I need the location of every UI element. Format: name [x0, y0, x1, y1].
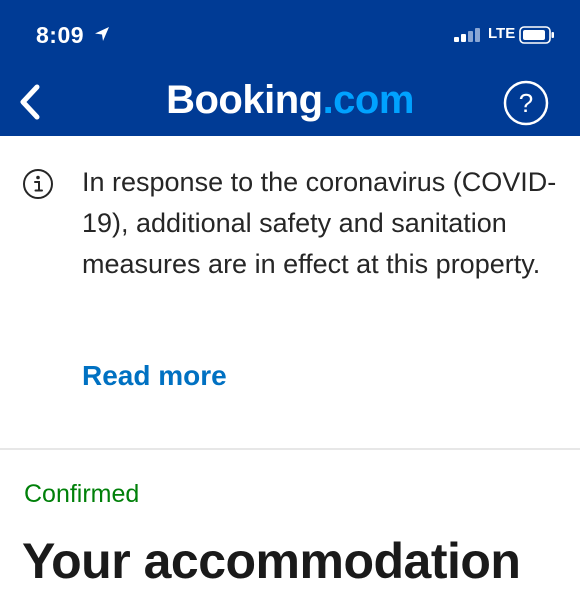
info-icon	[23, 169, 53, 199]
brand-domain: .com	[322, 78, 415, 122]
covid-notice: In response to the coronavirus (COVID-19…	[0, 136, 580, 449]
status-time: 8:09	[36, 22, 85, 48]
notice-text: In response to the coronavirus (COVID-19…	[82, 167, 557, 279]
booking-section: Confirmed Your accommodation	[0, 450, 580, 589]
help-icon[interactable]: ?	[502, 79, 550, 127]
battery-icon	[519, 26, 554, 44]
brand-logo: Booking.com	[0, 78, 580, 123]
network-type: LTE	[488, 25, 516, 42]
booking-status: Confirmed	[24, 480, 140, 508]
location-arrow-icon	[95, 27, 109, 41]
nav-bar: Booking.com ?	[0, 70, 580, 136]
help-label: ?	[519, 88, 533, 118]
read-more-link[interactable]: Read more	[82, 360, 227, 392]
brand-name: Booking	[166, 78, 323, 122]
status-bar: 8:09 LTE	[0, 0, 580, 70]
page-heading: Your accommodation	[22, 533, 521, 589]
signal-icon	[454, 28, 480, 42]
